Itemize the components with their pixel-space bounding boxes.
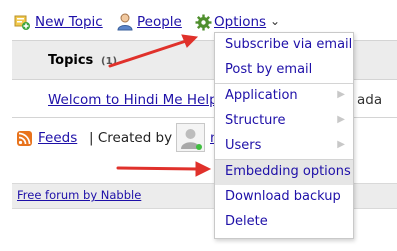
menu-item-download-backup[interactable]: Download backup (215, 185, 353, 210)
topics-title: Topics (48, 53, 94, 68)
menu-item-subscribe-email[interactable]: Subscribe via email (215, 33, 353, 58)
created-by-label: | Created by (89, 130, 173, 146)
menu-item-label: Post by email (225, 62, 313, 77)
rss-icon[interactable] (17, 131, 32, 146)
arrow-to-embedding-head (195, 161, 212, 177)
chevron-right-icon: ▶ (337, 89, 345, 100)
menu-item-label: Users (225, 138, 262, 153)
new-topic-link[interactable]: New Topic (35, 14, 103, 30)
chevron-down-icon[interactable]: ⌄ (270, 14, 280, 28)
topic-row-link[interactable]: Welcom to Hindi Me Help (48, 92, 218, 108)
menu-item-embedding-options[interactable]: Embedding options (215, 160, 353, 185)
chevron-right-icon: ▶ (337, 139, 345, 150)
menu-item-label: Delete (225, 214, 268, 229)
menu-item-users[interactable]: Users ▶ (215, 134, 353, 159)
avatar[interactable] (176, 123, 205, 152)
new-topic-icon[interactable] (14, 14, 30, 30)
menu-item-label: Subscribe via email (225, 37, 353, 52)
chevron-right-icon: ▶ (337, 114, 345, 125)
menu-item-structure[interactable]: Structure ▶ (215, 109, 353, 134)
menu-item-label: Application (225, 88, 298, 103)
people-link[interactable]: People (137, 14, 182, 30)
menu-item-label: Structure (225, 113, 286, 128)
menu-item-post-by-email[interactable]: Post by email (215, 58, 353, 83)
free-forum-link[interactable]: Free forum by Nabble (17, 188, 141, 202)
menu-item-delete[interactable]: Delete (215, 210, 353, 235)
menu-item-label: Download backup (225, 189, 341, 204)
menu-item-application[interactable]: Application ▶ (215, 84, 353, 109)
people-icon[interactable] (117, 13, 133, 31)
topic-row-author: ada (357, 92, 383, 108)
topics-count: (1) (101, 56, 118, 67)
gear-icon[interactable] (195, 14, 212, 31)
menu-item-label: Embedding options (225, 164, 351, 179)
arrow-to-embedding (116, 166, 200, 171)
options-link[interactable]: Options (214, 14, 266, 30)
options-dropdown-menu: Subscribe via email Post by email Applic… (214, 32, 354, 239)
feeds-link[interactable]: Feeds (38, 130, 77, 146)
